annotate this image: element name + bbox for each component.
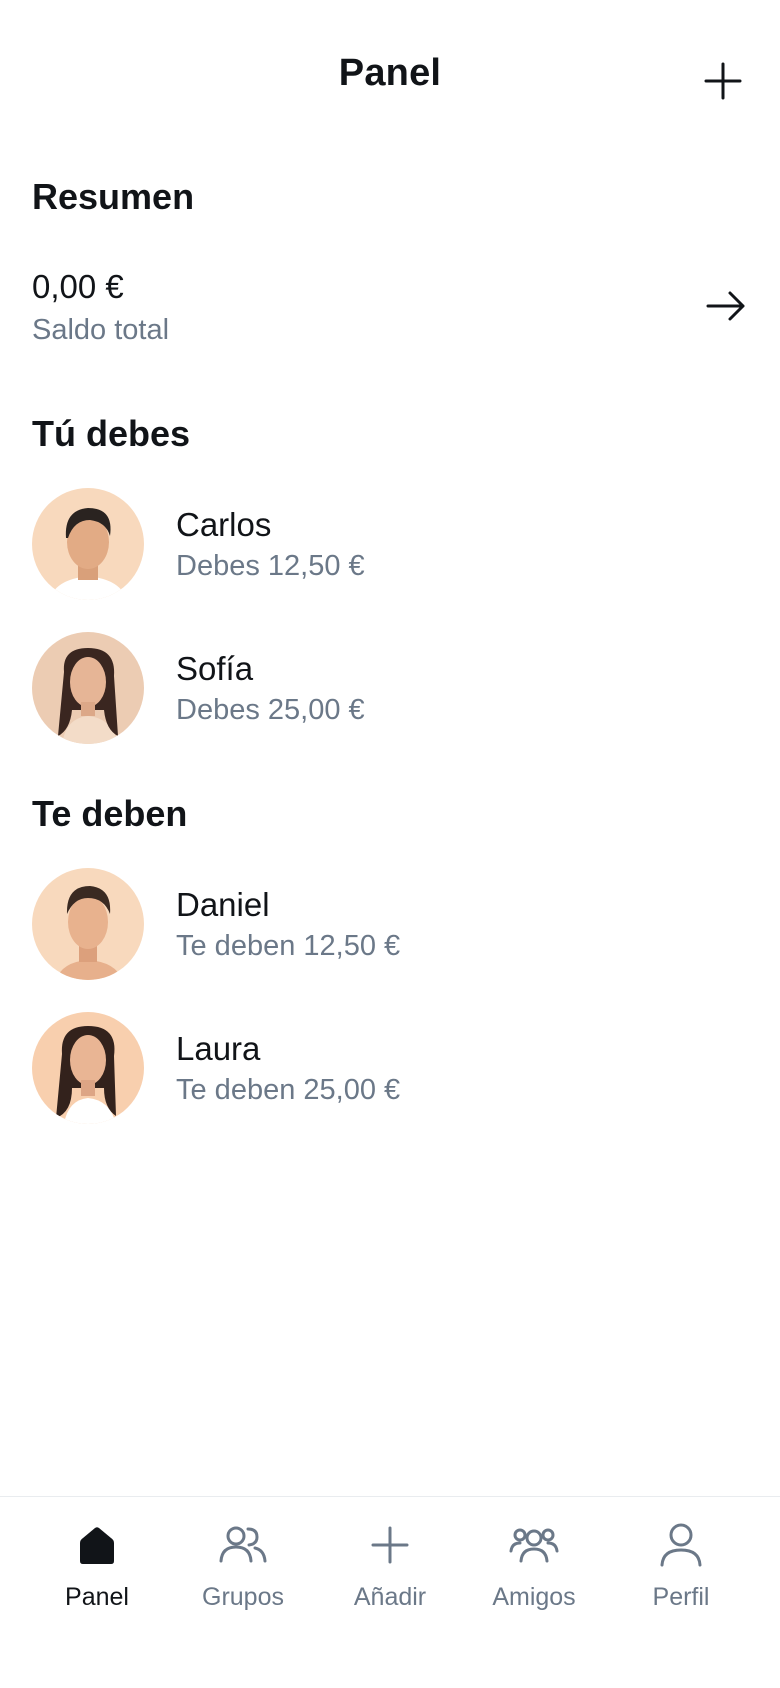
dashboard-screen: Panel Resumen 0,00 € Saldo total Tú debe… — [0, 0, 780, 1688]
person-name: Daniel — [176, 886, 270, 923]
arrow-right-icon — [706, 291, 745, 321]
person-balance: Debes 12,50 € — [176, 550, 365, 582]
balance-label: Saldo total — [32, 314, 170, 346]
summary-heading: Resumen — [32, 176, 195, 217]
page-title: Panel — [338, 52, 442, 94]
owed-to-you-heading: Te deben — [32, 793, 188, 834]
nav-item-panel[interactable]: Panel — [37, 1519, 157, 1629]
add-button[interactable] — [700, 58, 746, 104]
header: Panel — [0, 0, 780, 160]
avatar — [32, 1012, 144, 1124]
total-balance-row[interactable]: 0,00 € Saldo total — [32, 262, 748, 352]
avatar — [32, 868, 144, 980]
list-item[interactable]: Laura Te deben 25,00 € — [32, 1012, 748, 1124]
you-owe-heading: Tú debes — [32, 413, 191, 454]
nav-item-add[interactable]: Añadir — [330, 1519, 450, 1629]
person-balance: Te deben 12,50 € — [176, 930, 401, 962]
avatar — [32, 632, 144, 744]
nav-label: Perfil — [652, 1583, 710, 1611]
list-item[interactable]: Sofía Debes 25,00 € — [32, 632, 748, 744]
nav-label: Grupos — [202, 1583, 284, 1611]
friends-icon — [508, 1519, 560, 1571]
group-icon — [217, 1519, 269, 1571]
person-balance: Te deben 25,00 € — [176, 1074, 401, 1106]
person-name: Sofía — [176, 650, 254, 687]
nav-label: Amigos — [492, 1583, 576, 1611]
plus-icon — [704, 62, 742, 100]
person-name: Carlos — [176, 506, 272, 543]
balance-detail-button[interactable] — [704, 286, 748, 326]
nav-item-groups[interactable]: Grupos — [183, 1519, 303, 1629]
plus-icon — [364, 1519, 416, 1571]
person-balance: Debes 25,00 € — [176, 694, 365, 726]
bottom-nav: Panel Grupos Añadir Amigos Perfil — [0, 1496, 780, 1688]
user-icon — [655, 1519, 707, 1571]
avatar — [32, 488, 144, 600]
balance-amount: 0,00 € — [32, 268, 124, 305]
person-name: Laura — [176, 1030, 261, 1067]
nav-item-profile[interactable]: Perfil — [621, 1519, 741, 1629]
home-icon — [71, 1519, 123, 1571]
list-item[interactable]: Carlos Debes 12,50 € — [32, 488, 748, 600]
nav-item-friends[interactable]: Amigos — [474, 1519, 594, 1629]
nav-label: Panel — [65, 1583, 129, 1611]
nav-label: Añadir — [353, 1583, 427, 1611]
list-item[interactable]: Daniel Te deben 12,50 € — [32, 868, 748, 980]
